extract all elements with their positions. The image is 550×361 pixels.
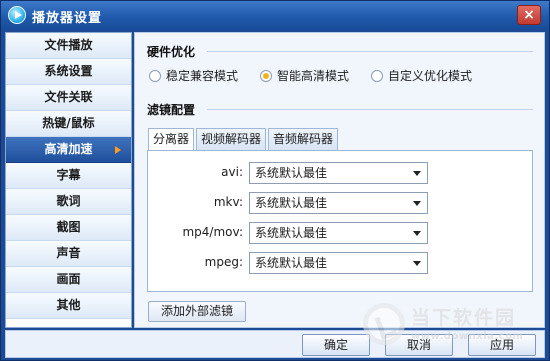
- filter-row-mpeg: mpeg: 系统默认最佳: [148, 252, 534, 274]
- sidebar-item-subtitles[interactable]: 字幕: [6, 163, 131, 189]
- sidebar-item-file-association[interactable]: 文件关联: [6, 85, 131, 111]
- hardware-section-title: 硬件优化: [147, 45, 196, 59]
- active-arrow-icon: [115, 146, 121, 154]
- radio-custom-mode[interactable]: 自定义优化模式: [371, 67, 472, 84]
- mp4-filter-select[interactable]: 系统默认最佳: [249, 222, 428, 244]
- watermark-url: www.downxia.com: [411, 331, 524, 342]
- select-value: 系统默认最佳: [255, 256, 328, 270]
- sidebar-item-lyrics[interactable]: 歌词: [6, 189, 131, 215]
- watermark-text: 当下软件园: [411, 307, 517, 329]
- section-divider: [207, 109, 533, 110]
- sidebar-item-file-playback[interactable]: 文件播放: [6, 33, 131, 59]
- filter-row-avi: avi: 系统默认最佳: [148, 162, 534, 184]
- dropdown-arrow-icon: [413, 231, 421, 236]
- player-logo-icon: [8, 6, 26, 24]
- sidebar-item-screenshot[interactable]: 截图: [6, 215, 131, 241]
- tab-splitter[interactable]: 分离器: [148, 128, 195, 152]
- dropdown-arrow-icon: [413, 261, 421, 266]
- select-value: 系统默认最佳: [255, 226, 328, 240]
- filter-label: avi:: [221, 165, 243, 179]
- sidebar-item-system-settings[interactable]: 系统设置: [6, 59, 131, 85]
- dropdown-arrow-icon: [413, 171, 421, 176]
- sidebar-item-label: 高清加速: [44, 142, 93, 156]
- mpeg-filter-select[interactable]: 系统默认最佳: [249, 252, 428, 274]
- tab-video-decoder[interactable]: 视频解码器: [196, 128, 267, 151]
- select-value: 系统默认最佳: [255, 196, 328, 210]
- radio-checked-icon: [260, 69, 273, 82]
- radio-label: 智能高清模式: [277, 69, 350, 83]
- section-divider: [207, 51, 533, 52]
- radio-label: 稳定兼容模式: [166, 69, 239, 83]
- avi-filter-select[interactable]: 系统默认最佳: [249, 162, 428, 184]
- radio-stable-mode[interactable]: 稳定兼容模式: [149, 67, 238, 84]
- sidebar-item-hd-acceleration[interactable]: 高清加速: [6, 137, 131, 163]
- close-button[interactable]: ×: [517, 5, 541, 25]
- radio-label: 自定义优化模式: [388, 69, 473, 83]
- watermark-logo-icon: [363, 303, 405, 345]
- ok-button[interactable]: 确定: [302, 334, 370, 356]
- title-bar[interactable]: 播放器设置 ×: [1, 1, 549, 30]
- add-external-filter-button[interactable]: 添加外部滤镜: [148, 301, 246, 322]
- radio-unchecked-icon: [371, 69, 384, 82]
- filter-row-mkv: mkv: 系统默认最佳: [148, 192, 534, 214]
- sidebar-item-hotkeys-mouse[interactable]: 热键/鼠标: [6, 111, 131, 137]
- filter-label: mp4/mov:: [182, 225, 243, 239]
- filter-label: mkv:: [213, 195, 243, 209]
- settings-panel: 硬件优化 稳定兼容模式 智能高清模式 自定义优化模式 滤镜配置 分离器 视频解码…: [134, 32, 545, 328]
- radio-unchecked-icon: [149, 69, 161, 82]
- sidebar-item-sound[interactable]: 声音: [6, 241, 131, 267]
- hardware-mode-group: 稳定兼容模式 智能高清模式 自定义优化模式: [149, 67, 472, 84]
- window-title: 播放器设置: [32, 11, 103, 26]
- filter-row-mp4: mp4/mov: 系统默认最佳: [148, 222, 534, 244]
- settings-window: 播放器设置 × 文件播放 系统设置 文件关联 热键/鼠标 高清加速 字幕 歌词 …: [0, 0, 550, 361]
- sidebar-item-other[interactable]: 其他: [6, 293, 131, 319]
- mkv-filter-select[interactable]: 系统默认最佳: [249, 192, 428, 214]
- filter-section-title: 滤镜配置: [147, 103, 196, 117]
- splitter-panel: avi: 系统默认最佳 mkv: 系统默认最佳 mp4/mov: 系统默认最佳: [147, 150, 533, 292]
- sidebar-item-picture[interactable]: 画面: [6, 267, 131, 293]
- watermark: 当下软件园 www.downxia.com: [363, 299, 543, 357]
- dropdown-arrow-icon: [413, 201, 421, 206]
- settings-sidebar: 文件播放 系统设置 文件关联 热键/鼠标 高清加速 字幕 歌词 截图 声音 画面…: [5, 32, 132, 328]
- filter-label: mpeg:: [204, 255, 243, 269]
- radio-smart-hd-mode[interactable]: 智能高清模式: [260, 67, 349, 84]
- tab-audio-decoder[interactable]: 音频解码器: [268, 128, 339, 151]
- select-value: 系统默认最佳: [255, 166, 328, 180]
- filter-tabs: 分离器 视频解码器 音频解码器: [148, 128, 340, 152]
